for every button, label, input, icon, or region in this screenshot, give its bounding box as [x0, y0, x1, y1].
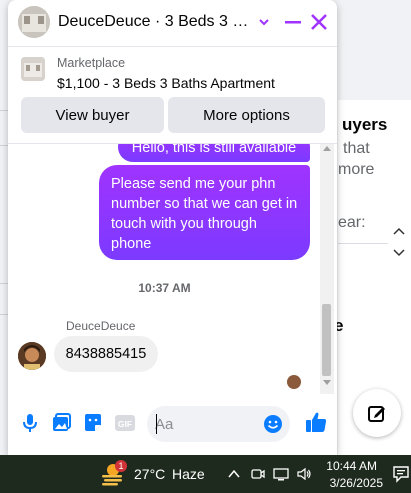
compose-icon: [368, 406, 385, 422]
outgoing-message[interactable]: Please send me your phn number so that w…: [99, 165, 310, 260]
background-text: that: [343, 140, 370, 157]
scrollbar-thumb[interactable]: [322, 304, 331, 376]
incoming-message[interactable]: 8438885415: [54, 336, 158, 372]
marketplace-label: Marketplace: [57, 56, 126, 70]
divider: [0, 110, 8, 111]
taskbar: 1 27°C Haze 10:44 AM 3/26/2025: [0, 455, 411, 493]
outgoing-message[interactable]: Hello, this is still available: [118, 144, 310, 162]
text-caret: [156, 414, 157, 434]
scroll-arrows-icon[interactable]: [388, 222, 410, 262]
sticker-icon[interactable]: [82, 412, 104, 434]
message-input-box[interactable]: [147, 406, 290, 442]
avatar[interactable]: [18, 342, 46, 370]
divider: [0, 314, 8, 315]
weather-condition[interactable]: Haze: [172, 466, 205, 482]
network-icon[interactable]: [273, 466, 289, 482]
listing-thumbnail[interactable]: [21, 57, 45, 81]
new-message-button[interactable]: [353, 389, 401, 437]
scroll-up-icon[interactable]: [323, 146, 331, 151]
divider: [338, 243, 388, 244]
microphone-icon[interactable]: [19, 412, 41, 434]
close-button[interactable]: [308, 10, 330, 34]
chat-title[interactable]: DeuceDeuce · 3 Beds 3 Bat...: [58, 13, 258, 31]
marketplace-listing: Marketplace $1,100 - 3 Beds 3 Baths Apar…: [8, 47, 337, 144]
message-thread: Hello, this is still available Please se…: [8, 144, 337, 394]
meet-now-icon[interactable]: [250, 466, 266, 482]
volume-icon[interactable]: [296, 466, 312, 482]
chevron-up-icon[interactable]: [226, 466, 242, 482]
avatar[interactable]: [18, 6, 50, 38]
notifications-icon[interactable]: [392, 465, 410, 483]
background-text: more: [338, 161, 375, 178]
scroll-down-icon[interactable]: [323, 380, 331, 385]
clock-time[interactable]: 10:44 AM: [321, 459, 377, 473]
read-receipt-avatar: [287, 375, 301, 389]
listing-title[interactable]: $1,100 - 3 Beds 3 Baths Apartment: [57, 75, 275, 91]
svg-text:GIF: GIF: [118, 419, 132, 429]
like-icon[interactable]: [304, 410, 328, 434]
message-composer: GIF: [8, 398, 337, 450]
chevron-down-icon[interactable]: [258, 15, 270, 33]
photo-icon[interactable]: [50, 412, 72, 434]
gif-icon[interactable]: GIF: [114, 412, 136, 434]
notification-badge: 1: [115, 460, 127, 472]
more-options-button[interactable]: More options: [168, 97, 325, 133]
close-icon: [311, 14, 327, 30]
message-input[interactable]: [155, 414, 260, 434]
view-buyer-button[interactable]: View buyer: [21, 97, 164, 133]
background-heading: uyers: [342, 115, 388, 134]
message-timestamp: 10:37 AM: [138, 281, 191, 295]
emoji-icon[interactable]: [263, 414, 283, 434]
chat-window: DeuceDeuce · 3 Beds 3 Bat... Marketplace…: [8, 0, 337, 455]
scrollbar[interactable]: [320, 144, 334, 394]
minimize-icon: [285, 21, 301, 24]
sender-name: DeuceDeuce: [66, 319, 136, 333]
divider: [0, 145, 8, 146]
chat-header: DeuceDeuce · 3 Beds 3 Bat...: [8, 0, 337, 47]
weather-temperature[interactable]: 27°C: [134, 466, 165, 482]
background-text: ear:: [338, 214, 366, 231]
clock-date[interactable]: 3/26/2025: [321, 476, 383, 490]
divider: [0, 283, 8, 284]
minimize-button[interactable]: [282, 10, 304, 34]
